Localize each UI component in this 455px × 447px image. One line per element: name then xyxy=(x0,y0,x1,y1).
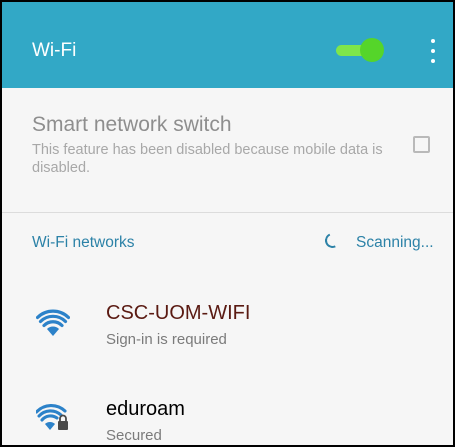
network-status: Sign-in is required xyxy=(106,331,227,348)
wifi-networks-header: Wi-Fi networks xyxy=(32,234,135,251)
smart-network-switch-title: Smart network switch xyxy=(32,113,232,136)
toggle-thumb xyxy=(360,38,384,62)
network-status: Secured xyxy=(106,427,162,444)
network-name: CSC-UOM-WIFI xyxy=(106,302,251,324)
page-title: Wi-Fi xyxy=(32,40,77,61)
smart-network-switch-description: This feature has been disabled because m… xyxy=(32,142,383,176)
wifi-secured-icon xyxy=(36,403,68,430)
smart-network-switch-checkbox xyxy=(413,136,430,153)
wifi-signal-icon xyxy=(36,309,70,336)
wifi-toggle[interactable] xyxy=(334,38,384,62)
network-item-eduroam[interactable]: eduroam Secured xyxy=(2,377,453,445)
app-bar: Wi-Fi xyxy=(2,2,453,88)
scanning-status: Scanning... xyxy=(356,234,434,251)
network-name: eduroam xyxy=(106,398,185,420)
wifi-settings-screen: Wi-Fi Smart network switch This feature … xyxy=(0,0,455,447)
network-item-csc-uom-wifi[interactable]: CSC-UOM-WIFI Sign-in is required xyxy=(2,287,453,362)
divider xyxy=(2,212,453,213)
smart-network-switch-row: Smart network switch This feature has be… xyxy=(2,88,453,214)
more-options-icon[interactable] xyxy=(424,38,442,64)
scanning-spinner-icon xyxy=(322,230,343,251)
